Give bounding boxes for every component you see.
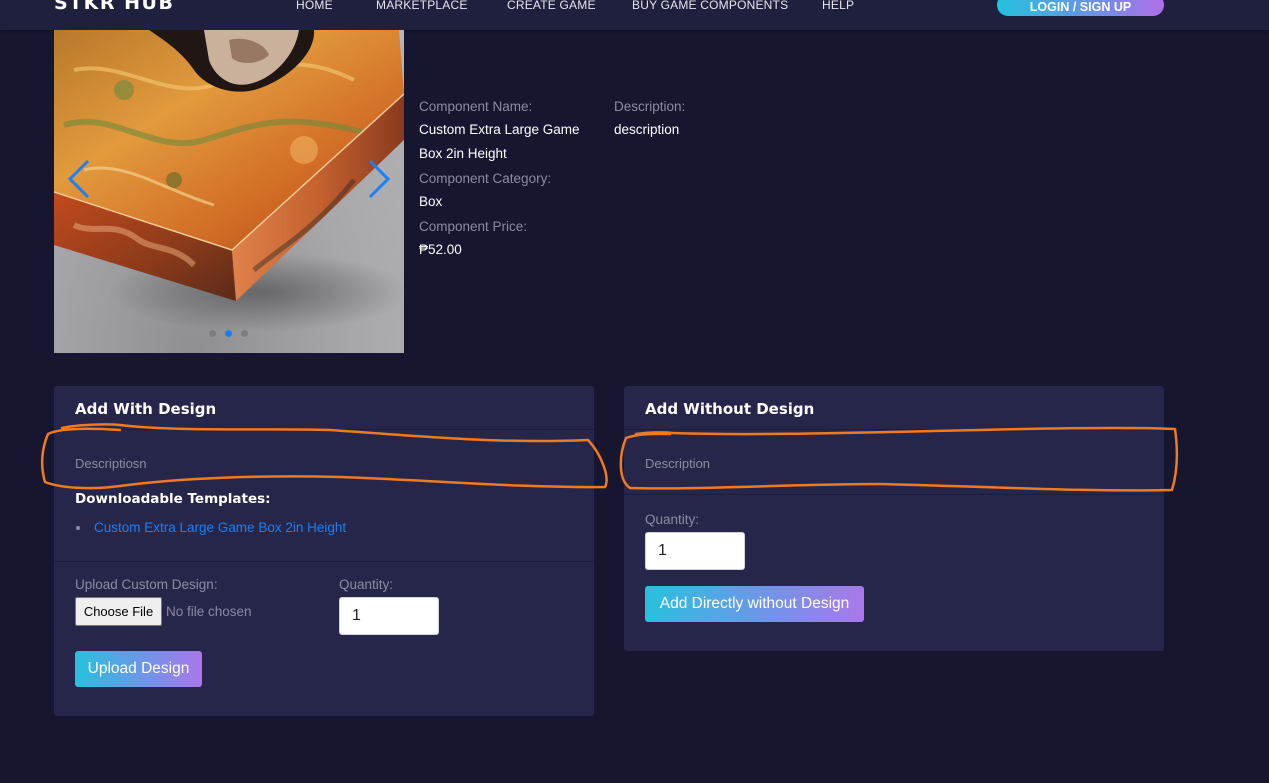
component-category-value: Box	[419, 194, 443, 209]
component-price-value: ₱52.00	[419, 242, 462, 257]
carousel-dot-1[interactable]	[209, 330, 216, 337]
nav-marketplace-link[interactable]: MARKETPLACE	[376, 0, 468, 12]
product-image-carousel	[54, 30, 404, 353]
nav-create-game-link[interactable]: CREATE GAME	[507, 0, 596, 12]
chevron-left-icon[interactable]	[66, 157, 92, 201]
upload-design-button[interactable]: Upload Design	[75, 651, 202, 687]
downloadable-templates-title: Downloadable Templates:	[75, 491, 271, 507]
component-name-line1: Custom Extra Large Game	[419, 122, 580, 137]
component-name-label: Component Name:	[419, 99, 533, 114]
add-directly-without-design-button[interactable]: Add Directly without Design	[645, 586, 864, 622]
template-download-link[interactable]: Custom Extra Large Game Box 2in Height	[94, 520, 346, 535]
with-design-quantity-input[interactable]	[339, 597, 439, 635]
component-name-line2: Box 2in Height	[419, 146, 507, 161]
card-section-divider	[624, 494, 1164, 495]
top-navbar: STKR HUB HOME MARKETPLACE CREATE GAME BU…	[0, 0, 1269, 30]
nav-home-link[interactable]: HOME	[296, 0, 333, 12]
description-label: Description:	[614, 99, 686, 114]
add-without-design-card: Add Without Design Description Quantity:…	[624, 386, 1164, 651]
carousel-indicators	[209, 330, 253, 338]
card-section-divider	[54, 561, 594, 562]
quantity-label: Quantity:	[645, 512, 700, 527]
add-with-design-card: Add With Design Descriptiosn Downloadabl…	[54, 386, 594, 716]
upload-custom-design-label: Upload Custom Design:	[75, 577, 218, 592]
without-design-quantity-input[interactable]	[645, 532, 745, 570]
nav-buy-components-link[interactable]: BUY GAME COMPONENTS	[632, 0, 788, 12]
nav-help-link[interactable]: HELP	[822, 0, 854, 12]
list-bullet	[76, 526, 80, 530]
with-design-description: Descriptiosn	[75, 456, 147, 471]
choose-file-button[interactable]: Choose File	[75, 597, 162, 626]
card-header-divider	[624, 429, 1164, 430]
description-value: description	[614, 122, 680, 137]
carousel-dot-2[interactable]	[225, 330, 232, 337]
product-image	[54, 30, 404, 332]
quantity-label: Quantity:	[339, 577, 394, 592]
file-status-text: No file chosen	[166, 604, 252, 619]
login-signup-button[interactable]: LOGIN / SIGN UP	[997, 0, 1164, 16]
component-category-label: Component Category:	[419, 171, 552, 186]
add-with-design-title: Add With Design	[75, 400, 217, 418]
carousel-dot-3[interactable]	[241, 330, 248, 337]
component-price-label: Component Price:	[419, 219, 528, 234]
without-design-description: Description	[645, 456, 711, 471]
chevron-right-icon[interactable]	[366, 157, 392, 201]
card-header-divider	[54, 429, 594, 430]
brand-logo[interactable]: STKR HUB	[54, 0, 174, 14]
add-without-design-title: Add Without Design	[645, 400, 815, 418]
